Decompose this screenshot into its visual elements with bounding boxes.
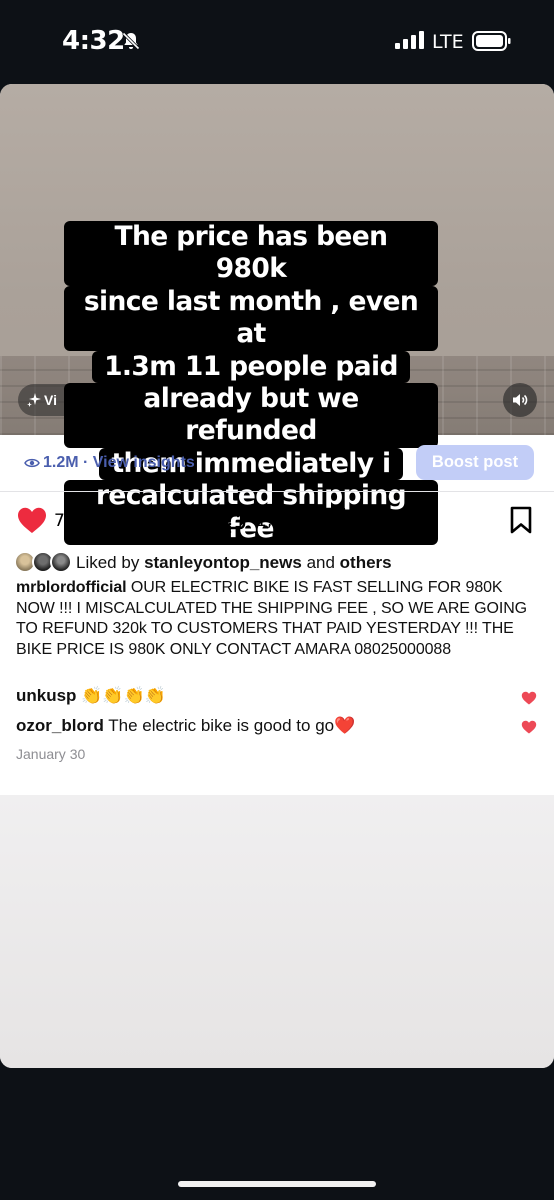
video-caption-overlay: The price has been 980k since last month… [64, 221, 438, 546]
post-date: January 30 [16, 746, 86, 762]
action-bar: 77.8K 5,034 1,054 416 [0, 502, 554, 538]
repost-icon [222, 506, 246, 534]
bell-off-icon [122, 32, 140, 50]
bookmark-icon [510, 506, 532, 534]
liked-by-prefix: Liked by [76, 553, 140, 572]
post-video[interactable]: Vi The price has been 980k since last mo… [0, 84, 554, 546]
status-time: 4:32 [62, 26, 125, 56]
repost-button[interactable]: 1,054 [219, 502, 307, 538]
home-indicator[interactable] [178, 1181, 376, 1187]
caption-line: since last month , even at [64, 285, 438, 351]
network-type: LTE [432, 31, 464, 53]
comment-like-icon[interactable] [521, 720, 537, 734]
liked-by-row[interactable]: Liked by stanleyontop_news and others [0, 551, 554, 577]
post-username[interactable]: mrblordofficial [16, 579, 127, 596]
comment-row: unkusp 👏👏👏👏 [16, 686, 516, 706]
comment-like-icon[interactable] [521, 691, 537, 705]
sparkle-icon [27, 393, 41, 407]
avatar [50, 551, 72, 573]
blank-area [0, 795, 554, 1068]
like-count: 77.8K [54, 511, 103, 531]
video-label-text: Vi [44, 392, 57, 408]
mute-button[interactable] [503, 383, 537, 417]
insights-row: 1.2M · View insights Boost post [0, 435, 554, 492]
liked-by-joiner: and [306, 553, 335, 572]
like-button[interactable]: 77.8K [16, 502, 106, 538]
liked-by-others[interactable]: others [340, 553, 392, 572]
comment-text: 👏👏👏👏 [81, 686, 166, 705]
caption-line: 1.3m 11 people paid [92, 350, 410, 384]
view-insights-link[interactable]: 1.2M · View insights [43, 454, 195, 472]
comment-username[interactable]: unkusp [16, 686, 76, 705]
comment-text: The electric bike is good to go❤️ [108, 716, 356, 735]
liked-by-text: Liked by stanleyontop_news and others [76, 553, 392, 573]
battery-icon [472, 31, 511, 51]
repost-count: 1,054 [256, 511, 305, 531]
speaker-icon [513, 394, 528, 406]
comment-button[interactable]: 5,034 [117, 502, 209, 538]
caption-line: The price has been 980k [64, 221, 438, 286]
signal-icon [395, 31, 424, 49]
comment-row: ozor_blord The electric bike is good to … [16, 716, 516, 736]
heart-filled-icon [18, 507, 46, 533]
share-count: 416 [355, 511, 388, 531]
boost-post-button[interactable]: Boost post [416, 445, 534, 480]
comment-username[interactable]: ozor_blord [16, 716, 104, 735]
send-icon [317, 507, 346, 534]
eye-icon [24, 458, 40, 468]
share-button[interactable]: 416 [317, 502, 391, 538]
comment-icon [118, 506, 145, 532]
comment-count: 5,034 [154, 511, 203, 531]
status-bar: 4:32 LTE [0, 0, 554, 84]
liked-by-user[interactable]: stanleyontop_news [144, 553, 302, 572]
post-caption: mrblordofficial OUR ELECTRIC BIKE IS FAS… [16, 578, 541, 660]
save-button[interactable] [508, 502, 536, 538]
post-card: Vi The price has been 980k since last mo… [0, 84, 554, 1068]
